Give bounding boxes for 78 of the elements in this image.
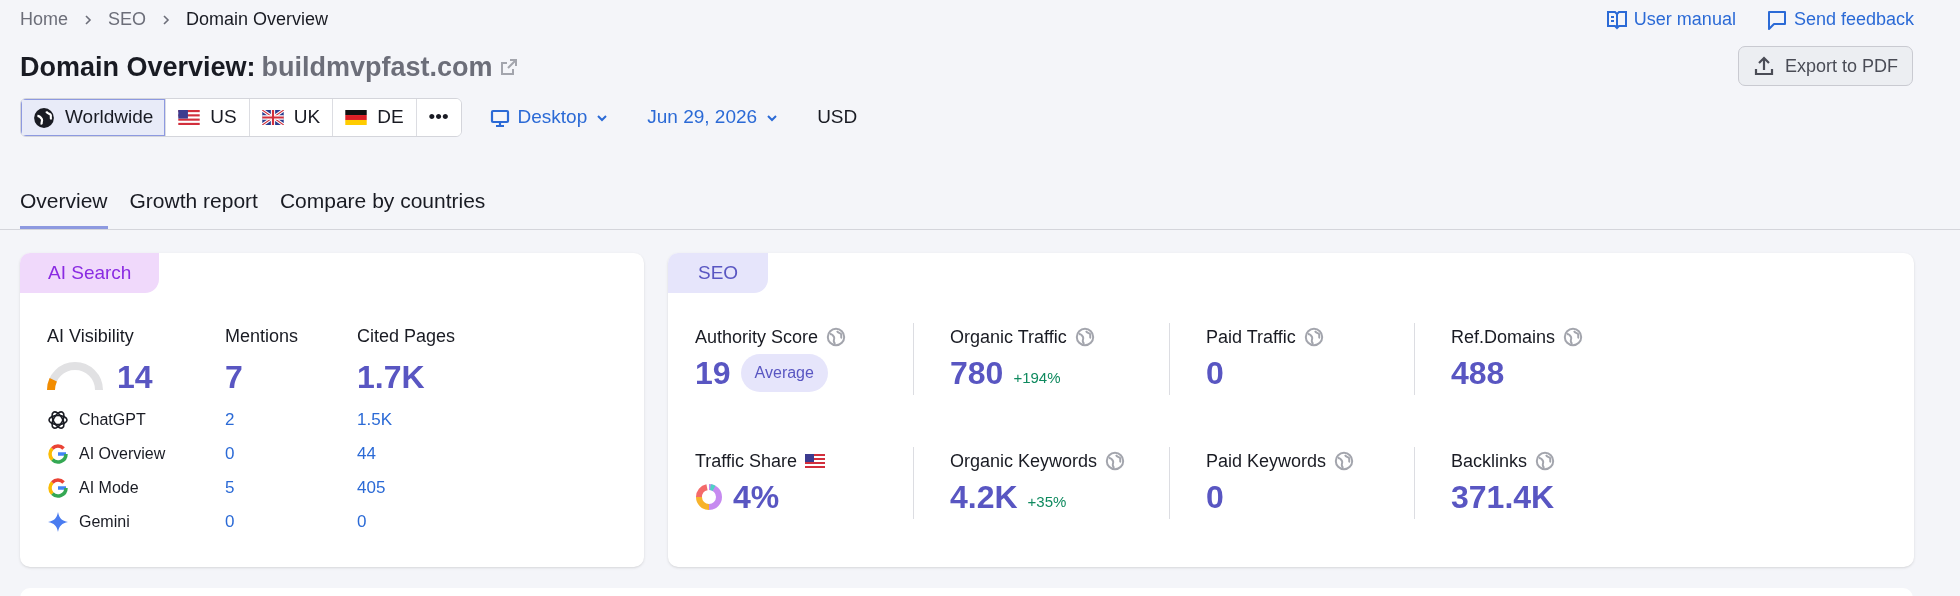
metric-value: 19 xyxy=(695,354,731,393)
globe-icon xyxy=(1535,451,1556,471)
metric-value: 4% xyxy=(733,478,780,517)
metric-value: 4.2K xyxy=(950,478,1018,517)
breadcrumb-link[interactable]: SEO xyxy=(108,6,147,33)
globe-icon xyxy=(1563,327,1584,347)
monitor-icon xyxy=(489,107,510,128)
metric-value: 14 xyxy=(117,358,153,397)
chevron-icon xyxy=(82,13,94,26)
page-title: Domain Overview: xyxy=(20,51,256,84)
date-dropdown[interactable]: Jun 29, 2026 xyxy=(647,103,780,132)
metric-label: Authority Score xyxy=(695,325,819,349)
metric-value: 0 xyxy=(1206,354,1224,393)
cited-pages-link[interactable]: 1.5K xyxy=(357,407,392,433)
currency-label: USD xyxy=(817,105,858,130)
globe-icon xyxy=(1334,451,1355,471)
g-logo-icon xyxy=(47,477,69,499)
globe-icon xyxy=(1105,451,1126,471)
database-tab[interactable]: ••• xyxy=(415,99,461,136)
platform-name: ChatGPT xyxy=(79,410,146,430)
domain-link[interactable]: buildmvpfast.com xyxy=(261,47,493,88)
change-percent: +35% xyxy=(1027,491,1067,512)
platform-name: AI Mode xyxy=(79,478,139,498)
seo-tag: SEO xyxy=(668,253,769,293)
metric-value: 488 xyxy=(1451,354,1505,393)
metric-value: 371.4K xyxy=(1451,478,1555,517)
metric-label: Ref.Domains xyxy=(1451,325,1556,349)
globe-icon xyxy=(1074,327,1095,347)
sparkle-icon xyxy=(47,511,69,533)
globe-icon xyxy=(826,327,847,347)
breadcrumb-link[interactable]: Home xyxy=(20,6,68,33)
external-link-icon xyxy=(498,57,519,78)
mentions-link[interactable]: 2 xyxy=(225,407,235,433)
flag-icon xyxy=(805,454,826,468)
change-percent: +194% xyxy=(1013,367,1061,388)
export-button[interactable]: Export to PDF xyxy=(1737,46,1913,86)
column-label: Mentions xyxy=(225,325,300,348)
database-tab[interactable]: Worldwide xyxy=(21,99,166,136)
breadcrumb-link[interactable]: Domain Overview xyxy=(186,6,329,33)
metric-value: 780 xyxy=(950,354,1004,393)
tab[interactable]: Overview xyxy=(20,184,108,229)
tab[interactable]: Growth report xyxy=(129,184,258,229)
globe-icon xyxy=(33,106,55,129)
platform-name: AI Overview xyxy=(79,444,166,464)
tab[interactable]: Compare by countries xyxy=(279,184,486,229)
mentions-link[interactable]: 0 xyxy=(225,441,235,467)
knot-icon xyxy=(47,409,69,431)
send-feedback-link[interactable]: Send feedback xyxy=(1765,6,1914,33)
metric-label: Organic Keywords xyxy=(950,449,1098,473)
user-manual-link[interactable]: User manual xyxy=(1605,6,1736,33)
chat-bubble-icon xyxy=(1765,8,1788,31)
level-badge: Average xyxy=(740,354,828,392)
metric-label: Backlinks xyxy=(1451,449,1528,473)
donut-icon xyxy=(695,483,723,511)
globe-icon xyxy=(1303,327,1324,347)
metric-value: 1.7K xyxy=(357,358,426,397)
flag-icon xyxy=(261,110,284,125)
platform-name: Gemini xyxy=(79,512,130,532)
upload-icon xyxy=(1752,55,1775,77)
metric-label: Organic Traffic xyxy=(950,325,1067,349)
cited-pages-link[interactable]: 405 xyxy=(357,475,386,501)
metric-label: Paid Traffic xyxy=(1206,325,1296,349)
flag-icon xyxy=(178,110,201,125)
metric-value: 0 xyxy=(1206,478,1224,517)
flag-icon xyxy=(345,110,368,125)
g-logo-icon xyxy=(47,443,69,465)
book-icon xyxy=(1605,8,1628,31)
column-label: Cited Pages xyxy=(357,325,457,348)
metric-label: Traffic Share xyxy=(695,449,798,473)
metric-label: Paid Keywords xyxy=(1206,449,1327,473)
cited-pages-link[interactable]: 0 xyxy=(357,509,367,535)
mentions-link[interactable]: 0 xyxy=(225,509,235,535)
cited-pages-link[interactable]: 44 xyxy=(357,441,376,467)
ai-search-tag: AI Search xyxy=(20,253,160,293)
metric-value: 7 xyxy=(225,358,244,397)
column-label: AI Visibility xyxy=(47,325,135,348)
mentions-link[interactable]: 5 xyxy=(225,475,235,501)
device-dropdown[interactable]: Desktop xyxy=(489,103,610,132)
